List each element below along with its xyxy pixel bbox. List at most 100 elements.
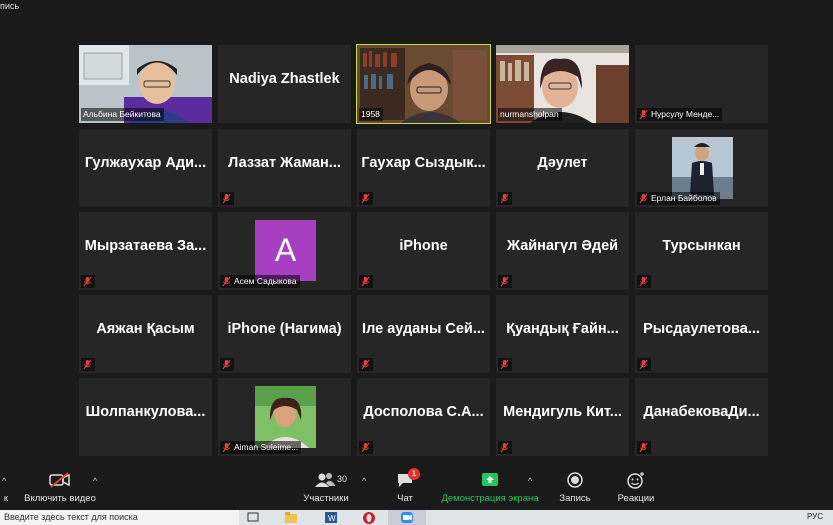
participant-tile[interactable]: Nadiya Zhastlek bbox=[218, 45, 351, 123]
participant-name: Іле ауданы Сей... bbox=[362, 321, 485, 337]
participant-tile[interactable]: Турсынкан bbox=[635, 212, 768, 290]
start-video-button[interactable]: Включить видео bbox=[18, 466, 102, 510]
participant-tile[interactable]: Мендигуль Кит... bbox=[496, 378, 629, 456]
mic-muted-icon bbox=[500, 193, 509, 204]
chevron-up-icon[interactable]: ^ bbox=[93, 476, 97, 486]
participant-tile-active-speaker[interactable]: 1958 bbox=[356, 44, 491, 124]
record-label: Запись bbox=[559, 493, 591, 504]
participant-name: Шолпанкулова... bbox=[85, 404, 206, 420]
mute-button[interactable]: к bbox=[0, 466, 12, 510]
participant-tile[interactable]: Досполова С.А... bbox=[357, 378, 490, 456]
zoom-taskbar-button[interactable] bbox=[388, 510, 426, 525]
recording-label: пись bbox=[0, 1, 20, 11]
participants-icon bbox=[315, 473, 335, 487]
participant-label bbox=[220, 192, 234, 205]
participant-tile[interactable]: Гаухар Сыздык... bbox=[357, 129, 490, 207]
participant-tile[interactable]: Aiman Suleime... bbox=[218, 378, 351, 456]
participant-tile[interactable]: Ерлан Байболов bbox=[635, 129, 768, 207]
share-screen-button[interactable]: Демонстрация экрана bbox=[440, 466, 540, 510]
participant-name: Лаззат Жаман... bbox=[228, 155, 341, 171]
participant-tile[interactable]: Дәулет bbox=[496, 129, 629, 207]
meeting-toolbar: ^ к Включить видео ^ Участники 30 ^ Чат … bbox=[0, 466, 833, 510]
participant-tile[interactable]: ДанабековаДи... bbox=[635, 378, 768, 456]
participant-tile[interactable]: Мырзатаева За... bbox=[79, 212, 212, 290]
taskbar-search-input[interactable]: Введите здесь текст для поиска bbox=[0, 510, 239, 525]
mic-muted-icon bbox=[222, 276, 231, 287]
participant-label bbox=[637, 441, 651, 454]
participant-label bbox=[359, 441, 373, 454]
participant-label bbox=[498, 358, 512, 371]
participant-tile[interactable]: Жайнагүл Әдей bbox=[496, 212, 629, 290]
avatar: A bbox=[255, 220, 316, 281]
participant-label: Ерлан Байболов bbox=[637, 192, 720, 205]
mic-muted-icon bbox=[639, 109, 648, 120]
participant-tile[interactable]: Нурсулу Менде... bbox=[635, 45, 768, 123]
chat-badge: 1 bbox=[408, 468, 420, 480]
participant-name: iPhone bbox=[399, 238, 448, 254]
participant-tile[interactable]: A Асем Садыкова bbox=[218, 212, 351, 290]
participant-tile[interactable]: Аяжан Қасым bbox=[79, 295, 212, 373]
participant-label: Альбина Бейкитова bbox=[81, 108, 164, 121]
participant-name: Дәулет bbox=[537, 155, 588, 171]
zoom-icon bbox=[401, 512, 413, 523]
participant-name: Турсынкан bbox=[662, 238, 741, 254]
participant-tile[interactable]: Альбина Бейкитова bbox=[79, 45, 212, 123]
participant-name: ДанабековаДи... bbox=[643, 404, 760, 420]
file-explorer-icon[interactable] bbox=[284, 511, 298, 524]
participant-label bbox=[359, 275, 373, 288]
participant-name: Жайнагүл Әдей bbox=[506, 238, 619, 254]
participant-label bbox=[498, 275, 512, 288]
mic-muted-icon bbox=[639, 359, 648, 370]
participant-label bbox=[81, 275, 95, 288]
participant-tile[interactable]: nurmansholpan bbox=[496, 45, 629, 123]
keyboard-language-indicator[interactable]: РУС bbox=[807, 512, 823, 521]
participant-name: Гаухар Сыздык... bbox=[361, 155, 486, 171]
participant-name: Рысдаулетова... bbox=[643, 321, 760, 337]
title-bar: пись bbox=[0, 0, 833, 14]
participant-name: iPhone (Нагима) bbox=[227, 321, 342, 337]
participants-button[interactable]: Участники bbox=[300, 466, 352, 510]
record-button[interactable]: Запись bbox=[556, 466, 594, 510]
svg-text:W: W bbox=[328, 514, 336, 523]
chat-label: Чат bbox=[397, 493, 413, 504]
participant-tile[interactable]: Қуандық Ғайн... bbox=[496, 295, 629, 373]
os-taskbar: Введите здесь текст для поиска W РУС bbox=[0, 510, 833, 525]
participant-tile[interactable]: Шолпанкулова... bbox=[79, 378, 212, 456]
participant-name: Мендигуль Кит... bbox=[503, 404, 622, 420]
participant-label: Aiman Suleime... bbox=[220, 441, 302, 454]
participant-name: Досполова С.А... bbox=[363, 404, 484, 420]
mic-muted-icon bbox=[500, 442, 509, 453]
participant-name: Аяжан Қасым bbox=[96, 321, 195, 337]
mic-muted-icon bbox=[222, 442, 231, 453]
mic-muted-icon bbox=[222, 193, 231, 204]
mic-muted-icon bbox=[500, 276, 509, 287]
mic-muted-icon bbox=[361, 359, 370, 370]
participant-tile[interactable]: Лаззат Жаман... bbox=[218, 129, 351, 207]
opera-icon[interactable] bbox=[362, 511, 376, 524]
mic-muted-icon bbox=[639, 193, 648, 204]
participant-name: Nadiya Zhastlek bbox=[229, 71, 340, 87]
word-icon[interactable]: W bbox=[324, 511, 338, 524]
participant-tile[interactable]: Гулжаухар Ади... bbox=[79, 129, 212, 207]
share-screen-icon bbox=[482, 473, 498, 486]
chevron-up-icon[interactable]: ^ bbox=[528, 476, 532, 486]
participant-label bbox=[81, 358, 95, 371]
participant-label bbox=[637, 358, 651, 371]
reactions-button[interactable]: Реакции bbox=[614, 466, 658, 510]
reactions-icon bbox=[627, 472, 644, 489]
participant-label: Асем Садыкова bbox=[220, 275, 300, 288]
participant-tile[interactable]: Рысдаулетова... bbox=[635, 295, 768, 373]
participant-tile[interactable]: iPhone bbox=[357, 212, 490, 290]
profile-photo bbox=[672, 137, 733, 199]
participant-tile[interactable]: iPhone (Нагима) bbox=[218, 295, 351, 373]
participants-label: Участники bbox=[303, 493, 349, 504]
mic-muted-icon bbox=[83, 276, 92, 287]
profile-photo bbox=[255, 386, 316, 448]
participant-label bbox=[220, 358, 234, 371]
participant-label bbox=[498, 192, 512, 205]
task-view-icon[interactable] bbox=[246, 511, 260, 524]
chevron-up-icon[interactable]: ^ bbox=[362, 476, 366, 486]
record-icon bbox=[567, 472, 583, 488]
video-off-icon bbox=[49, 472, 70, 488]
participant-tile[interactable]: Іле ауданы Сей... bbox=[357, 295, 490, 373]
